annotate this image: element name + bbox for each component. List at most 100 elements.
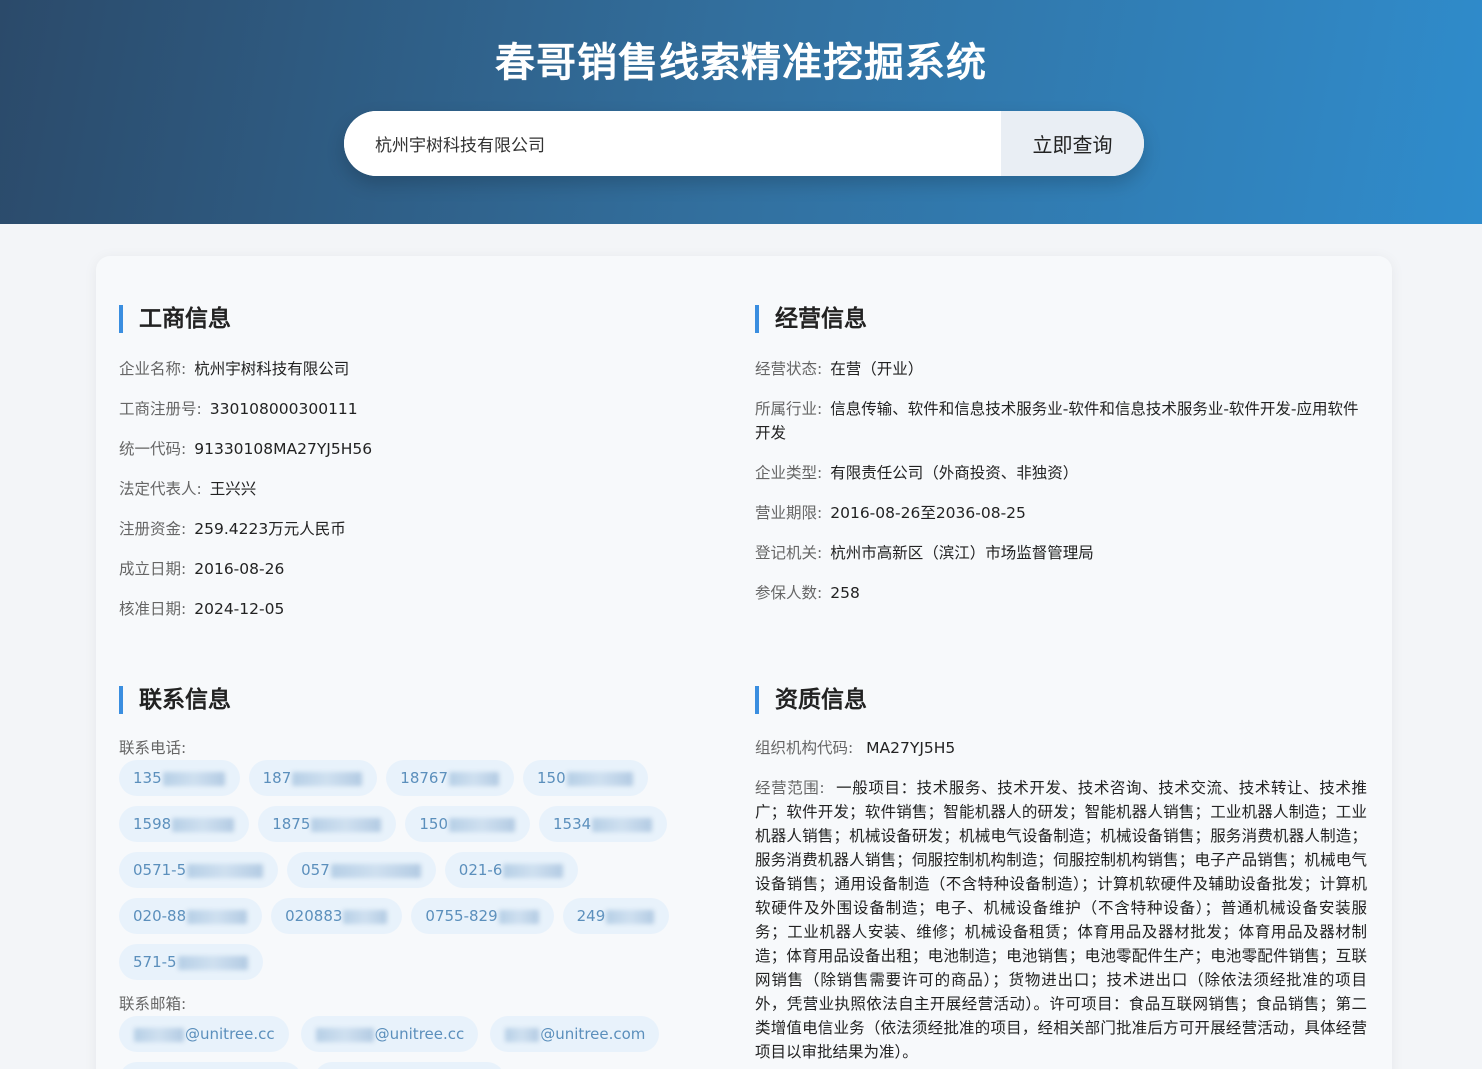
phone-prefix: 1534 [553, 815, 592, 833]
header-banner: 春哥销售线索精准挖掘系统 立即查询 [0, 0, 1482, 224]
phone-pill[interactable]: 1598 [119, 806, 250, 842]
email-label: 联系邮箱: [119, 995, 187, 1013]
field-label: 核准日期: [119, 600, 187, 618]
field-row: 登记机关: 杭州市高新区（滨江）市场监督管理局 [755, 541, 1367, 565]
field-row: 经营状态: 在营（开业） [755, 357, 1367, 381]
field-row: 企业类型: 有限责任公司（外商投资、非独资） [755, 461, 1367, 485]
qualification-title: 资质信息 [755, 686, 1367, 714]
redaction-blur [592, 817, 653, 832]
search-button[interactable]: 立即查询 [1001, 111, 1144, 176]
org-code-label: 组织机构代码: [755, 739, 854, 757]
field-label: 成立日期: [119, 560, 187, 578]
phone-pill[interactable]: 571-5 [119, 944, 263, 980]
phone-pill[interactable]: 150 [523, 760, 648, 796]
phone-prefix: 0571-5 [133, 861, 187, 879]
field-row: 参保人数: 258 [755, 581, 1367, 605]
phone-prefix: 571-5 [133, 953, 177, 971]
email-pill[interactable]: @qq.com [119, 1062, 302, 1069]
phone-label: 联系电话: [119, 739, 187, 757]
phone-pill[interactable]: 0755-829 [411, 898, 554, 934]
email-pill[interactable]: @unitree.cc [300, 1016, 479, 1052]
redaction-blur [505, 1027, 540, 1042]
phone-prefix: 057 [301, 861, 330, 879]
business-title: 工商信息 [119, 305, 699, 333]
phone-pill[interactable]: 021-6 [444, 852, 579, 888]
field-value: 在营（开业） [830, 360, 924, 378]
field-row: 核准日期: 2024-12-05 [119, 597, 699, 621]
field-value: 王兴兴 [209, 480, 257, 498]
phone-prefix: 0755-829 [425, 907, 498, 925]
email-pill[interactable]: @unitree.cc [119, 1016, 289, 1052]
phone-prefix: 135 [133, 769, 162, 787]
field-value: 258 [830, 584, 860, 602]
contact-section: 联系信息 联系电话: 135 187 18767 150 1598 1875 150 1534… [119, 686, 699, 1069]
field-label: 注册资金: [119, 520, 187, 538]
redaction-blur [330, 863, 421, 878]
phone-pill[interactable]: 0571-5 [119, 852, 279, 888]
redaction-blur [503, 863, 564, 878]
field-label: 营业期限: [755, 504, 823, 522]
phone-pill[interactable]: 1875 [258, 806, 397, 842]
redaction-blur [187, 863, 264, 878]
redaction-blur [292, 771, 363, 786]
search-input[interactable] [344, 111, 1001, 176]
redaction-blur [311, 817, 382, 832]
email-domain: @unitree.cc [374, 1025, 465, 1043]
redaction-blur [315, 1027, 374, 1042]
redaction-blur [449, 817, 516, 832]
scope-label: 经营范围: [755, 779, 825, 797]
phone-pill[interactable]: 020883 [271, 898, 403, 934]
contact-title: 联系信息 [119, 686, 699, 714]
operation-section: 经营信息 经营状态: 在营（开业） 所属行业: 信息传输、软件和信息技术服务业-软件和… [755, 305, 1367, 621]
phone-prefix: 021-6 [458, 861, 503, 879]
phone-list: 135 187 18767 150 1598 1875 150 1534 0571-5 057 02… [119, 760, 699, 990]
operation-fields: 经营状态: 在营（开业） 所属行业: 信息传输、软件和信息技术服务业-软件和信息技术服… [755, 357, 1367, 605]
redaction-blur [606, 909, 655, 924]
field-value: 259.4223万元人民币 [194, 520, 346, 538]
field-value: 2016-08-26 [194, 560, 285, 578]
field-label: 法定代表人: [119, 480, 202, 498]
email-domain: @unitree.cc [185, 1025, 275, 1043]
email-list: @unitree.cc @unitree.cc @unitree.com @qq.co… [119, 1016, 699, 1069]
phone-pill[interactable]: 020-88 [119, 898, 263, 934]
redaction-blur [343, 909, 388, 924]
qualification-section: 资质信息 组织机构代码: MA27YJ5H5 经营范围: 一般项目：技术服务、技… [755, 686, 1367, 1064]
redaction-blur [449, 771, 499, 786]
redaction-blur [134, 1027, 184, 1042]
redaction-blur [566, 771, 633, 786]
redaction-blur [498, 909, 539, 924]
phone-prefix: 187 [262, 769, 292, 787]
phone-pill[interactable]: 249 [562, 898, 670, 934]
scope-row: 经营范围: 一般项目：技术服务、技术开发、技术咨询、技术交流、技术转让、技术推广… [755, 776, 1367, 1064]
phone-prefix: 020-88 [133, 907, 187, 925]
field-label: 参保人数: [755, 584, 823, 602]
field-row: 成立日期: 2016-08-26 [119, 557, 699, 581]
field-label: 所属行业: [755, 400, 823, 418]
field-label: 工商注册号: [119, 400, 202, 418]
phone-prefix: 18767 [400, 769, 448, 787]
phone-pill[interactable]: 1534 [539, 806, 668, 842]
business-fields: 企业名称: 杭州宇树科技有限公司 工商注册号: 330108000300111 统一代码… [119, 357, 699, 621]
field-row: 营业期限: 2016-08-26至2036-08-25 [755, 501, 1367, 525]
business-section: 工商信息 企业名称: 杭州宇树科技有限公司 工商注册号: 33010800030011… [119, 305, 699, 637]
field-value: 杭州宇树科技有限公司 [194, 360, 350, 378]
phone-pill[interactable]: 135 [119, 760, 240, 796]
redaction-blur [172, 817, 235, 832]
email-pill[interactable]: @unitree.cc [313, 1062, 506, 1069]
field-label: 经营状态: [755, 360, 823, 378]
phone-pill[interactable]: 18767 [386, 760, 514, 796]
phone-pill[interactable]: 187 [248, 760, 378, 796]
email-pill[interactable]: @unitree.com [490, 1016, 660, 1052]
page-title: 春哥销售线索精准挖掘系统 [495, 40, 987, 86]
phone-pill[interactable]: 057 [287, 852, 436, 888]
field-value: 2016-08-26至2036-08-25 [830, 504, 1026, 522]
field-value: 330108000300111 [209, 400, 358, 418]
field-label: 统一代码: [119, 440, 187, 458]
phone-prefix: 150 [537, 769, 566, 787]
operation-title: 经营信息 [755, 305, 1367, 333]
phone-prefix: 1875 [272, 815, 311, 833]
field-value: 2024-12-05 [194, 600, 285, 618]
redaction-blur [187, 909, 248, 924]
phone-pill[interactable]: 150 [405, 806, 531, 842]
field-value: 信息传输、软件和信息技术服务业-软件和信息技术服务业-软件开发-应用软件开发 [755, 400, 1359, 442]
